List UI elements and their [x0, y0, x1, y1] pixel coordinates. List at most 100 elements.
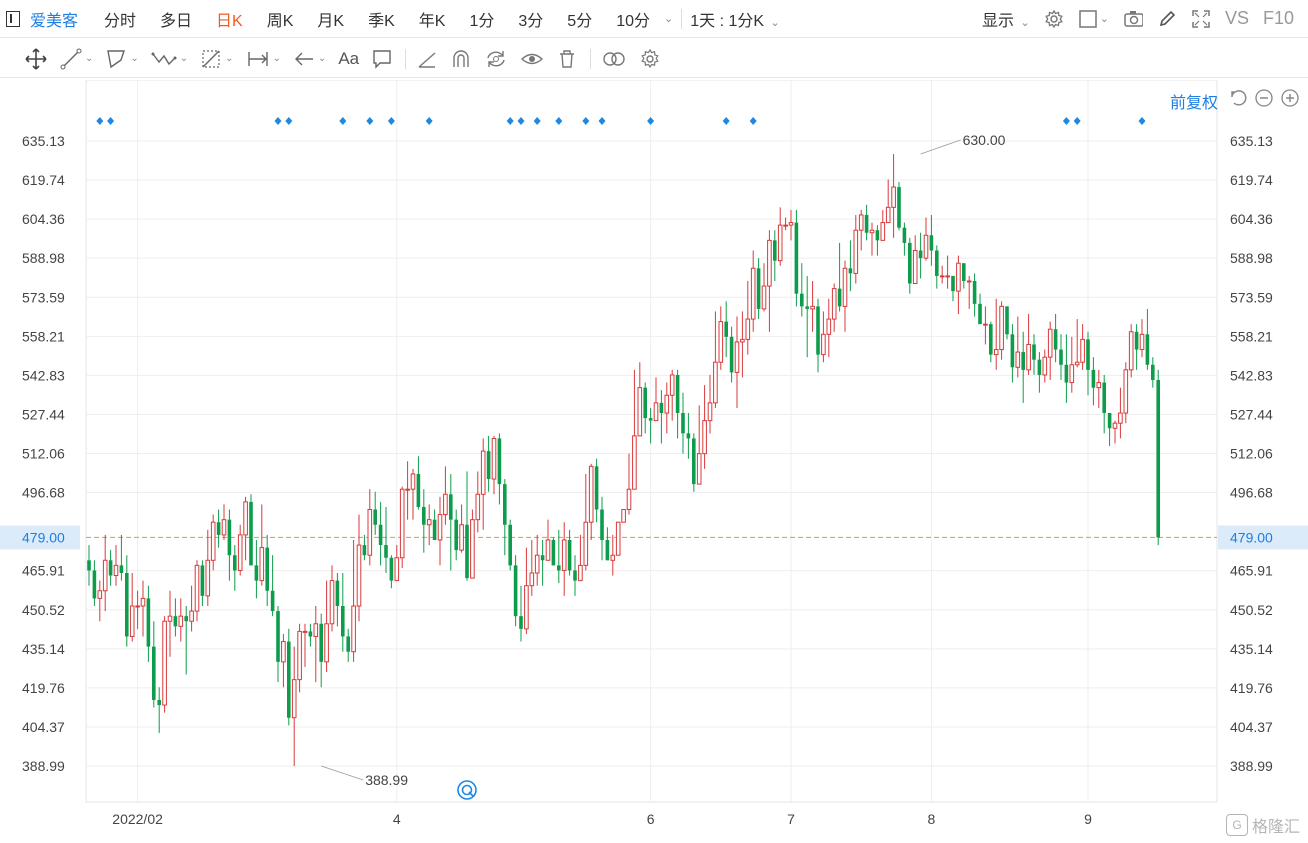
candle-body-down	[270, 590, 275, 612]
x-tick-label: 6	[647, 811, 655, 827]
candlestick-chart[interactable]: 635.13 635.13 619.74 619.74 604.36 604.36 588.…	[0, 80, 1308, 843]
comment-icon[interactable]	[371, 48, 393, 70]
more-periods-chevron-icon[interactable]: ⌄	[664, 12, 673, 25]
candle-body-down	[929, 235, 934, 251]
line-tool[interactable]: ⌄	[60, 48, 93, 70]
y-tick-label-right: 573.59	[1230, 289, 1273, 305]
tab-5[interactable]: 季K	[368, 13, 395, 30]
divider	[405, 48, 407, 69]
f10-button[interactable]: F10	[1263, 8, 1294, 29]
y-tick-label-right: 558.21	[1230, 328, 1273, 344]
event-marker-icon	[647, 117, 655, 125]
candle-body-down	[918, 250, 923, 259]
candle-body-up	[178, 615, 184, 627]
tab-8[interactable]: 3分	[518, 13, 543, 30]
sync-icon[interactable]	[484, 48, 508, 70]
candle-body-up	[167, 615, 173, 622]
candle-body-up	[912, 250, 918, 285]
tab-0[interactable]: 分时	[104, 13, 136, 30]
stock-name[interactable]: 爱美客	[30, 7, 78, 31]
candle-body-up	[615, 521, 621, 556]
candle-body-up	[707, 402, 713, 422]
candle-body-up	[999, 305, 1004, 351]
layout-dropdown[interactable]: ⌄	[1078, 9, 1109, 29]
max-price-label: 630.00	[963, 132, 1006, 148]
candle-body-down	[308, 631, 313, 637]
tab-4[interactable]: 月K	[317, 13, 344, 30]
tab-6[interactable]: 年K	[419, 13, 446, 30]
candle-body-up	[750, 267, 756, 320]
candle-body-up	[399, 488, 405, 559]
adjust-mode-button[interactable]: 前复权	[1170, 89, 1218, 113]
kline-chart-area[interactable]: 635.13 635.13 619.74 619.74 604.36 604.36 588.…	[0, 80, 1308, 843]
candle-body-up	[880, 222, 886, 241]
tab-7[interactable]: 1分	[469, 13, 494, 30]
tab-3[interactable]: 周K	[267, 13, 294, 30]
candle-body-up	[443, 493, 448, 516]
fullscreen-icon[interactable]	[1191, 9, 1211, 29]
candle-body-up	[745, 318, 751, 340]
tab-1[interactable]: 多日	[160, 13, 192, 30]
tab-10[interactable]: 10分	[616, 13, 650, 30]
display-dropdown[interactable]: 显示 ⌄	[982, 7, 1030, 31]
text-tool[interactable]: Aa	[338, 49, 359, 69]
candle-body-up	[1096, 382, 1102, 389]
wave-tool[interactable]: ⌄	[151, 48, 188, 70]
undo-icon[interactable]	[1228, 88, 1248, 113]
candle-body-down	[837, 288, 842, 307]
range-tool[interactable]: ⌄	[246, 48, 281, 70]
candle-body-down	[184, 616, 188, 622]
polygon-tool[interactable]: ⌄	[105, 48, 139, 70]
candle-body-up	[831, 288, 837, 320]
polygon-icon	[107, 49, 126, 68]
eye-icon[interactable]	[520, 48, 544, 70]
candle-body-up	[621, 509, 626, 523]
q-badge-icon[interactable]	[457, 780, 477, 800]
zoom-out-icon[interactable]	[1254, 88, 1274, 113]
candle-body-down	[686, 433, 691, 439]
candle-body-down	[972, 280, 977, 304]
candle-body-down	[794, 222, 799, 294]
trash-icon[interactable]	[556, 48, 578, 70]
event-marker-icon	[555, 117, 563, 125]
pencil-icon[interactable]	[1157, 9, 1177, 29]
fib-tool[interactable]: ⌄	[200, 48, 234, 70]
candle-body-down	[1156, 380, 1160, 538]
candle-body-down	[119, 565, 124, 573]
chevron-down-icon: ⌄	[1099, 13, 1109, 25]
candle-body-up	[777, 224, 783, 262]
move-icon[interactable]	[24, 47, 48, 71]
tab-2[interactable]: 日K	[216, 13, 243, 30]
chevron-down-icon: ⌄	[225, 53, 234, 64]
y-tick-label-left: 435.14	[22, 641, 65, 657]
compare-icon[interactable]	[601, 48, 627, 70]
candle-body-down	[1053, 329, 1058, 350]
candle-body-down	[378, 524, 383, 546]
candle-body-up	[405, 488, 410, 491]
candle-body-down	[432, 519, 437, 540]
candle-body-down	[335, 580, 340, 607]
zoom-in-icon[interactable]	[1280, 88, 1300, 113]
tab-9[interactable]: 5分	[567, 13, 592, 30]
candle-body-up	[578, 564, 583, 582]
candle-body-down	[897, 187, 901, 228]
candle-body-down	[540, 555, 545, 561]
magnet-icon[interactable]	[450, 48, 472, 70]
candle-body-up	[1074, 361, 1080, 366]
x-tick-label: 7	[787, 811, 795, 827]
y-tick-label-right: 419.76	[1230, 680, 1273, 696]
settings-icon[interactable]	[1044, 9, 1064, 29]
sidebar-toggle-icon[interactable]	[6, 10, 20, 27]
y-tick-label-right: 512.06	[1230, 446, 1273, 462]
ruler-icon[interactable]	[416, 48, 438, 70]
arrow-tool[interactable]: ⌄	[293, 48, 326, 70]
candle-body-down	[346, 636, 350, 652]
candle-body-up	[1118, 412, 1123, 424]
watermark: G 格隆汇	[1225, 813, 1300, 837]
camera-icon[interactable]	[1123, 9, 1143, 29]
gear-icon[interactable]	[639, 48, 661, 70]
vs-button[interactable]: VS	[1225, 8, 1249, 29]
period-select[interactable]: 1天 : 1分K ⌄	[690, 7, 779, 31]
fib-icon	[202, 49, 220, 68]
candle-body-up	[885, 206, 891, 224]
